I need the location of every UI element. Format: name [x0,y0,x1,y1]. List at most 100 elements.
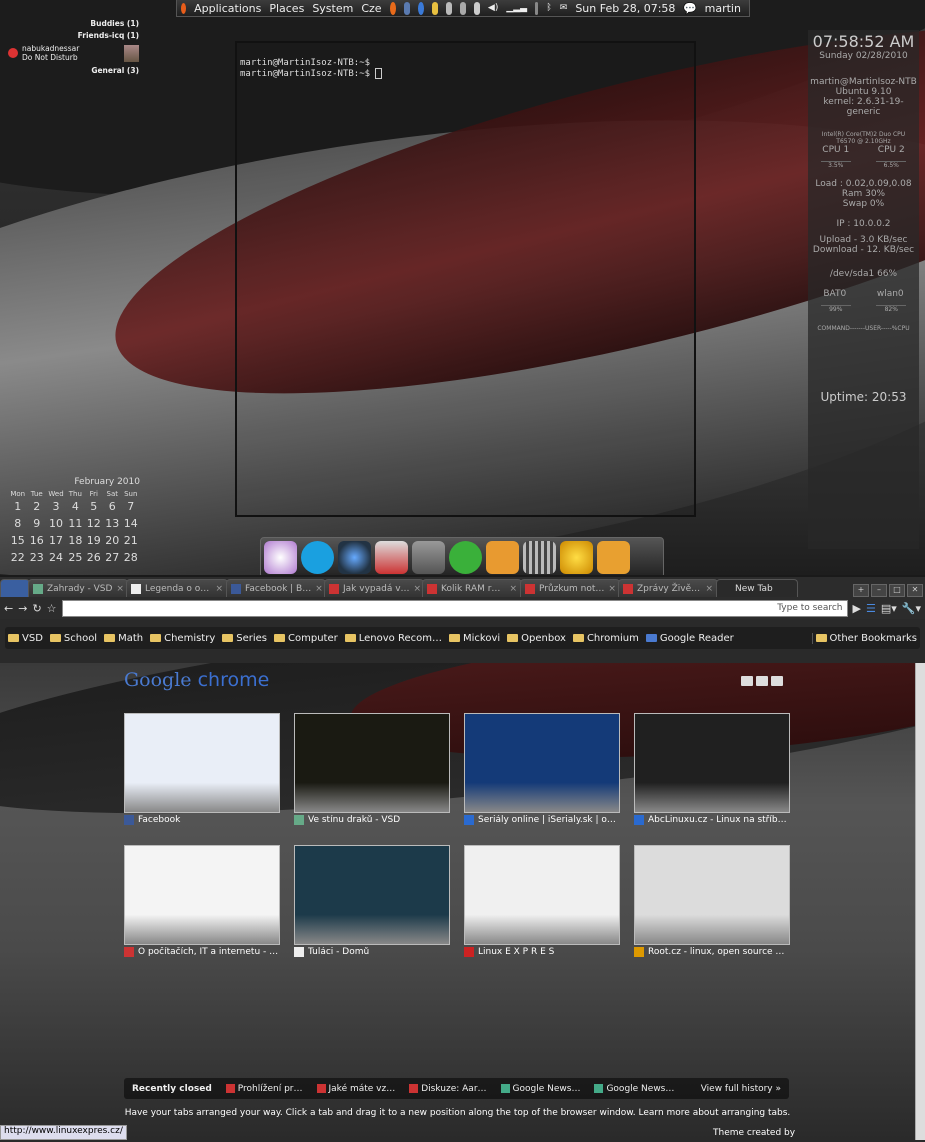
view-menu-icon[interactable] [771,676,783,686]
bookmark-folder[interactable]: Chemistry [147,633,218,644]
new-tab-button[interactable]: + [853,584,869,597]
bluetooth-icon[interactable]: ᛒ [546,3,551,13]
extension-icon[interactable]: ☰ [866,602,876,615]
thumbnail-label[interactable]: Tuláci - Domů [294,947,450,957]
group-general[interactable]: General (3) [12,66,139,75]
list-view-icon[interactable] [756,676,768,686]
bookmark-folder[interactable]: Openbox [504,633,569,644]
view-full-history-link[interactable]: View full history » [701,1084,781,1094]
help-icon[interactable] [417,1,424,15]
bookmark-folder[interactable]: School [47,633,100,644]
bookmark-folder[interactable]: Mickovi [446,633,503,644]
back-icon[interactable]: ← [4,602,13,615]
thumbnail-label[interactable]: Seriály online | iSerialy.sk | o… [464,815,620,825]
volume-icon[interactable]: ◀) [488,3,498,13]
network-icon[interactable] [459,1,466,15]
group-buddies[interactable]: Buddies (1) [12,19,139,28]
signal-icon[interactable]: ▁▂▃ [506,3,527,13]
browser-tab[interactable]: Facebook | B… × [226,579,326,597]
browser-tab[interactable]: Legenda o o… × [126,579,228,597]
folder-icon[interactable] [431,1,438,15]
recently-closed-item[interactable]: Prohlížení pr… [225,1084,303,1094]
recently-closed-item[interactable]: Jaké máte vz… [316,1084,395,1094]
user-menu[interactable]: 💬 martin [683,2,745,15]
bookmark-google-reader[interactable]: Google Reader [643,633,737,644]
recently-closed-item[interactable]: Google News… [594,1084,674,1094]
battery-icon[interactable] [535,1,539,15]
download-icon[interactable] [375,541,408,574]
tab-close-icon[interactable]: × [410,584,422,594]
go-icon[interactable]: ▶ [853,602,861,615]
page-menu-icon[interactable]: ▤▾ [881,602,897,615]
recently-closed-item[interactable]: Google News… [500,1084,580,1094]
thumbnail-label[interactable]: Linux E X P R E S [464,947,620,957]
close-window-button[interactable]: ✕ [907,584,923,597]
group-friends-icq[interactable]: Friends-icq (1) [12,31,139,40]
browser-tab[interactable]: Zahrady - VSD × [28,579,128,597]
browser-tab[interactable]: Průzkum not… × [520,579,620,597]
mail-icon[interactable] [473,1,480,15]
ubuntu-logo-icon[interactable] [181,2,187,14]
most-visited-thumbnail[interactable] [294,845,450,945]
thumbnail-label[interactable]: Root.cz - linux, open source … [634,947,790,957]
tab-close-icon[interactable]: × [604,584,616,594]
browser-menu-icon[interactable] [0,579,30,597]
applications-menu[interactable]: Applications [194,2,261,15]
minimize-button[interactable]: – [871,584,887,597]
monitor-icon[interactable] [445,1,452,15]
bookmark-folder[interactable]: Series [219,633,270,644]
thunderbird-icon[interactable] [403,1,410,15]
most-visited-thumbnail[interactable] [464,713,620,813]
other-bookmarks[interactable]: Other Bookmarks [811,632,920,644]
thumbnail-label[interactable]: O počítačích, IT a internetu - … [124,947,280,957]
skype-icon[interactable] [301,541,334,574]
most-visited-thumbnail[interactable] [124,713,280,813]
browser-tab[interactable]: New Tab [716,579,798,597]
bookmark-folder[interactable]: Chromium [570,633,642,644]
chromium-icon[interactable] [338,541,371,574]
most-visited-thumbnail[interactable] [634,713,790,813]
bookmark-star-icon[interactable]: ☆ [47,602,57,615]
wrench-menu-icon[interactable]: 🔧▾ [902,602,921,615]
account-status[interactable]: nabukadnessar Do Not Disturb [8,44,143,62]
system-menu[interactable]: System [312,2,353,15]
settings-icon[interactable] [264,541,297,574]
tab-close-icon[interactable]: × [112,584,124,594]
thumbnail-label[interactable]: Ve stínu draků - VSD [294,815,450,825]
trash-icon[interactable] [597,541,630,574]
maximize-button[interactable]: □ [889,584,905,597]
terminal-window[interactable]: martin@MartinIsoz-NTB:~$ martin@MartinIs… [235,41,696,517]
thumbnail-label[interactable]: AbcLinuxu.cz - Linux na stříb… [634,815,790,825]
most-visited-thumbnail[interactable] [294,713,450,813]
recently-closed-item[interactable]: Diskuze: Aar… [409,1084,487,1094]
forward-icon[interactable]: → [18,602,27,615]
tab-close-icon[interactable]: × [311,584,323,594]
bookmark-folder[interactable]: Computer [271,633,341,644]
most-visited-thumbnail[interactable] [124,845,280,945]
weather-icon[interactable] [560,541,593,574]
vertical-scrollbar[interactable] [915,663,925,1140]
bookmark-folder[interactable]: VSD [5,633,46,644]
browser-tab[interactable]: Jak vypadá v… × [324,579,424,597]
tab-close-icon[interactable]: × [701,584,713,594]
tab-close-icon[interactable]: × [505,584,517,594]
thumbnail-view-icon[interactable] [741,676,753,686]
places-menu[interactable]: Places [269,2,304,15]
browser-tab[interactable]: Zprávy Živě… × [618,579,718,597]
media-player-icon[interactable] [449,541,482,574]
most-visited-thumbnail[interactable] [464,845,620,945]
firefox-icon[interactable] [389,1,396,15]
keyboard-layout[interactable]: Cze [361,2,381,15]
reload-icon[interactable]: ↻ [32,602,41,615]
bookmark-folder[interactable]: Math [101,633,146,644]
clock[interactable]: Sun Feb 28, 07:58 [575,2,675,15]
mail-icon[interactable] [412,541,445,574]
tab-close-icon[interactable]: × [211,584,223,594]
home-folder-icon[interactable] [486,541,519,574]
workspace-switcher-icon[interactable] [523,541,556,574]
omnibox[interactable]: Type to search [61,599,848,617]
thumbnail-label[interactable]: Facebook [124,815,280,825]
bookmark-folder[interactable]: Lenovo Recom… [342,633,445,644]
browser-tab[interactable]: Kolik RAM r… × [422,579,522,597]
most-visited-thumbnail[interactable] [634,845,790,945]
